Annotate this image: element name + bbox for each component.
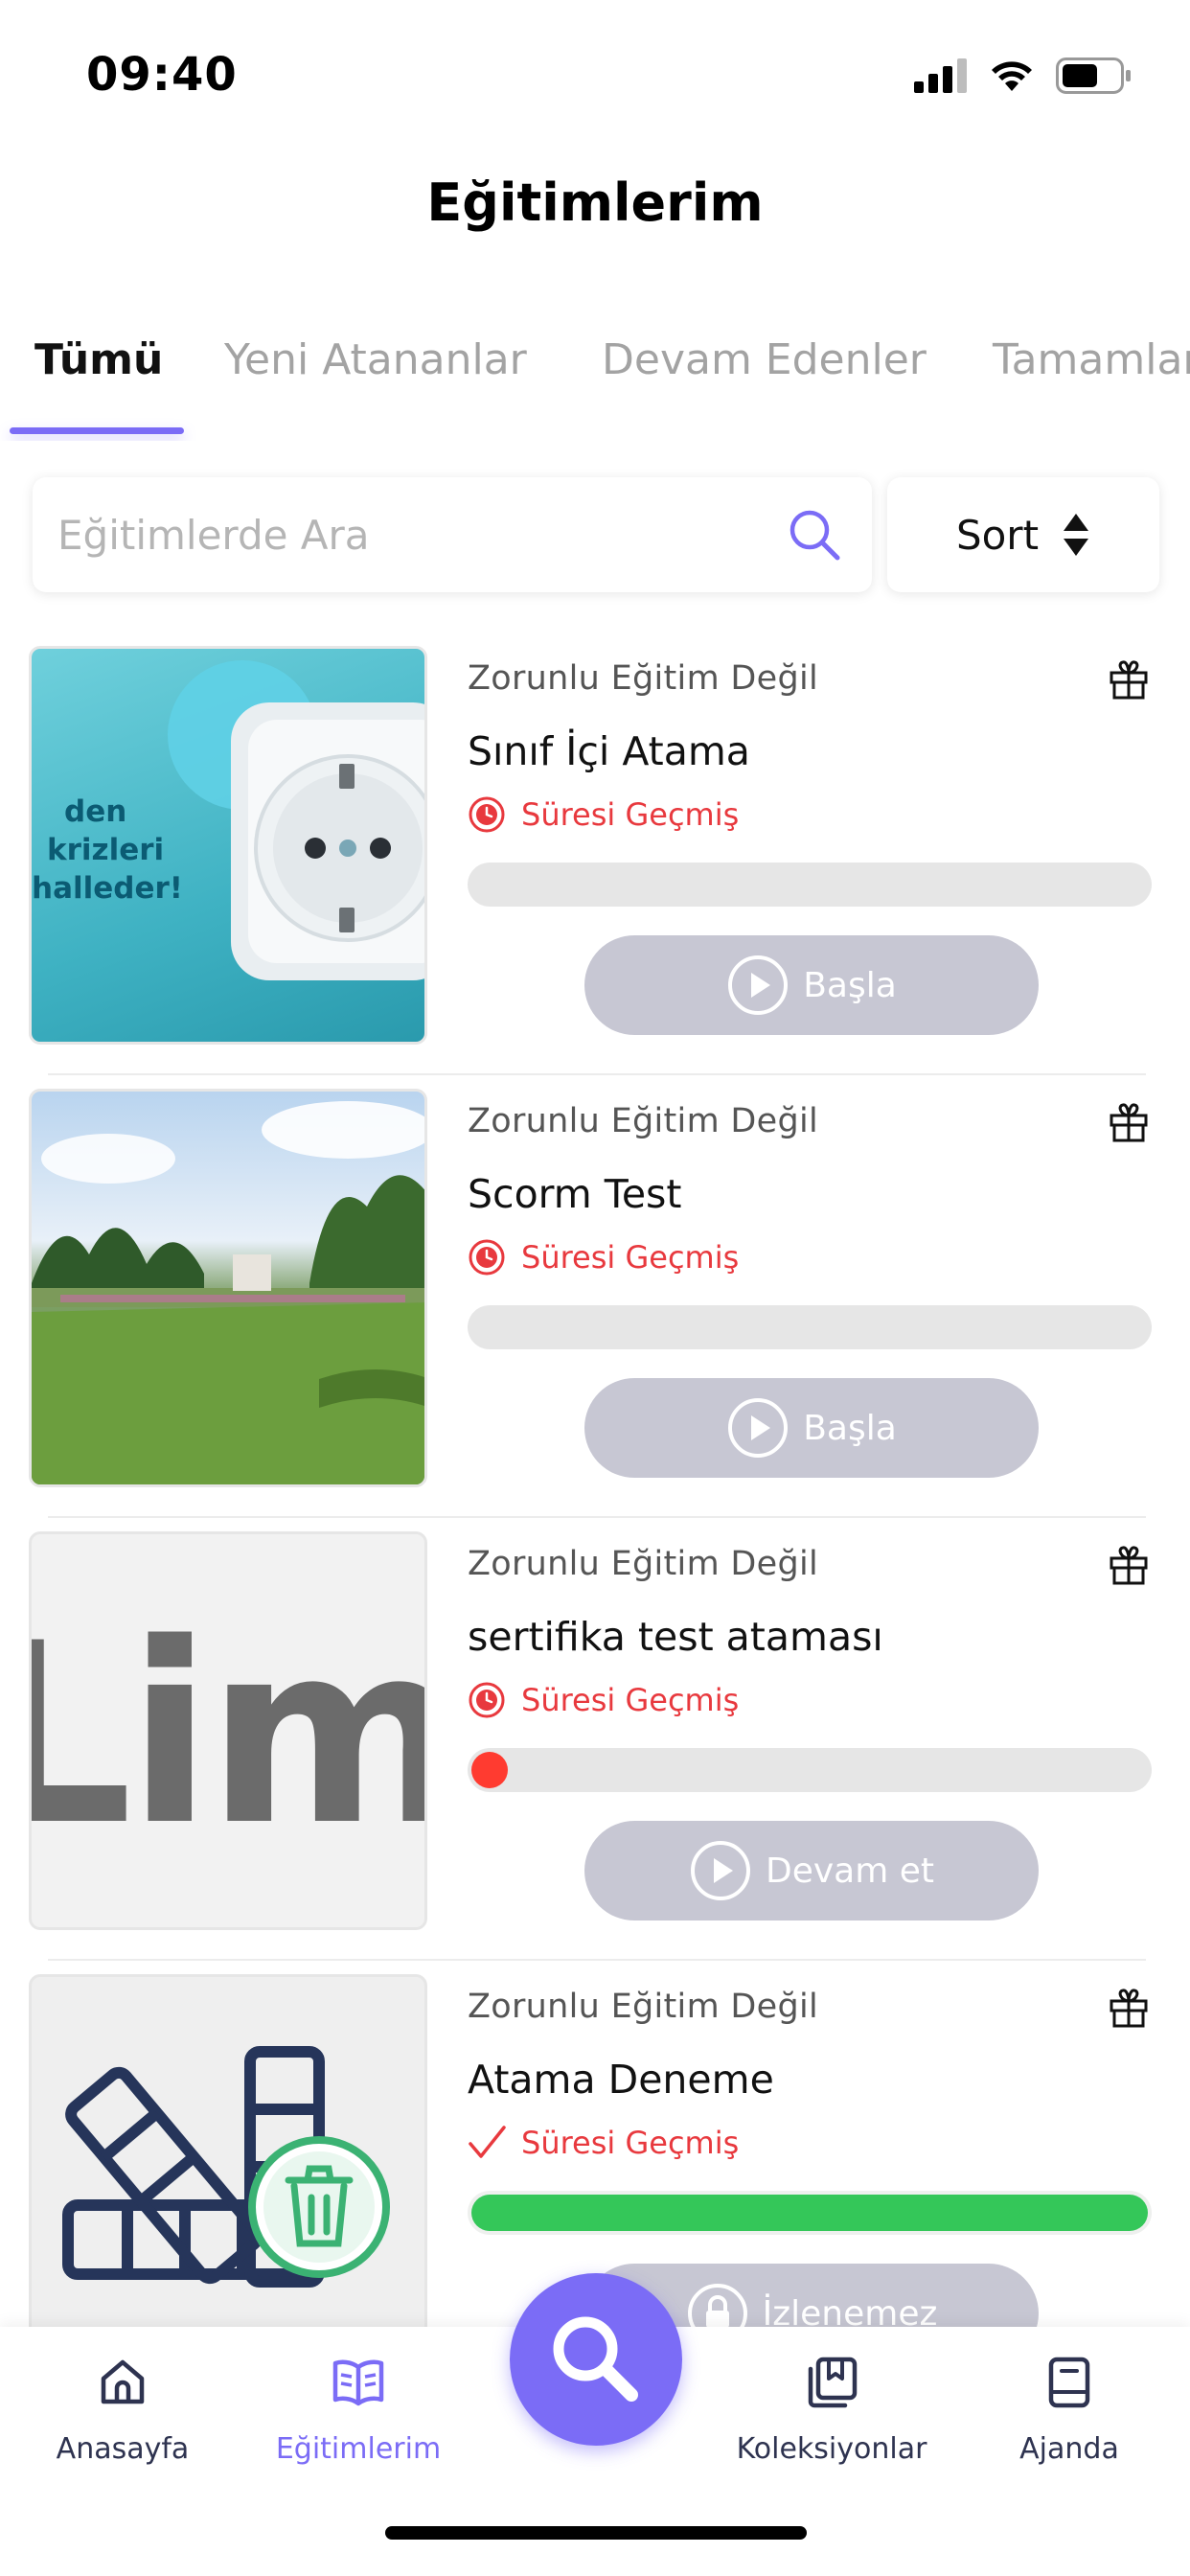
progress-fill	[471, 2195, 1148, 2231]
action-label: Başla	[803, 965, 897, 1005]
course-status: Süresi Geçmiş	[468, 795, 739, 834]
clock-icon	[469, 1682, 505, 1718]
magnifier-icon	[553, 2316, 638, 2402]
course-thumbnail: den krizleri halleder!	[29, 646, 427, 1045]
course-title: Atama Deneme	[468, 2057, 774, 2103]
action-label: Devam et	[765, 1851, 934, 1891]
gift-icon[interactable]	[1106, 1984, 1152, 2030]
sort-button[interactable]: Sort	[887, 477, 1159, 592]
play-icon	[728, 955, 789, 1015]
nav-trainings[interactable]: Eğitimlerim	[253, 2356, 464, 2466]
play-icon	[728, 1398, 789, 1458]
course-info: Zorunlu Eğitim Değil Scorm Test Süresi G…	[468, 1075, 1152, 1518]
mandatory-label: Zorunlu Eğitim Değil	[468, 659, 819, 698]
nav-agenda-label: Ajanda	[1019, 2432, 1119, 2466]
clock-icon	[469, 796, 505, 833]
course-thumbnail	[29, 1089, 427, 1487]
progress-bar	[468, 1305, 1152, 1349]
gift-icon[interactable]	[1106, 1098, 1152, 1144]
mandatory-label: Zorunlu Eğitim Değil	[468, 1545, 819, 1583]
status-text: Süresi Geçmiş	[521, 796, 740, 833]
search-input[interactable]	[57, 477, 786, 592]
continue-button[interactable]: Devam et	[584, 1821, 1039, 1920]
gift-icon[interactable]	[1106, 1541, 1152, 1587]
tab-in-progress[interactable]: Devam Edenler	[602, 335, 927, 384]
sort-label: Sort	[955, 511, 1040, 559]
signal-icon	[914, 58, 967, 93]
start-button[interactable]: Başla	[584, 935, 1039, 1035]
status-time: 09:40	[86, 48, 238, 102]
status-text: Süresi Geçmiş	[521, 2125, 740, 2161]
agenda-icon	[1048, 2357, 1090, 2408]
palette-delete-illustration	[62, 2046, 390, 2288]
status-icons	[914, 58, 1133, 94]
sort-arrows-icon	[1064, 514, 1089, 556]
progress-bar	[468, 1748, 1152, 1792]
nav-home[interactable]: Anasayfa	[17, 2356, 228, 2466]
active-tab-indicator	[10, 427, 184, 434]
wifi-icon	[992, 61, 1032, 91]
course-info: Zorunlu Eğitim Değil sertifika test atam…	[468, 1518, 1152, 1961]
action-label: Başla	[803, 1408, 897, 1448]
gift-icon[interactable]	[1106, 656, 1152, 702]
course-title: Sınıf İçi Atama	[468, 728, 750, 774]
book-icon	[332, 2359, 384, 2406]
clock-icon	[469, 1239, 505, 1276]
course-card[interactable]: den krizleri halleder! Zorunlu Eğitim De…	[0, 632, 1190, 1075]
garden-illustration	[32, 1101, 424, 1484]
status-text: Süresi Geçmiş	[521, 1682, 740, 1718]
mandatory-label: Zorunlu Eğitim Değil	[468, 1102, 819, 1140]
start-button[interactable]: Başla	[584, 1378, 1039, 1478]
nav-trainings-label: Eğitimlerim	[275, 2432, 442, 2466]
nav-collections-label: Koleksiyonlar	[736, 2432, 927, 2466]
mandatory-label: Zorunlu Eğitim Değil	[468, 1988, 819, 2026]
course-info: Zorunlu Eğitim Değil Sınıf İçi Atama Sür…	[468, 632, 1152, 1075]
home-icon	[101, 2359, 145, 2404]
status-text: Süresi Geçmiş	[521, 1239, 740, 1276]
discover-search-button[interactable]	[510, 2273, 682, 2446]
home-indicator	[385, 2526, 807, 2540]
course-card[interactable]: Lim Zorunlu Eğitim Değil sertifika test …	[0, 1518, 1190, 1961]
tab-completed[interactable]: Tamamlananlar	[993, 335, 1190, 384]
progress-fill	[471, 1752, 508, 1788]
course-title: sertifika test ataması	[468, 1614, 883, 1660]
course-thumbnail	[29, 1974, 427, 2373]
battery-icon	[1056, 58, 1131, 94]
nav-agenda[interactable]: Ajanda	[964, 2356, 1175, 2466]
thumbnail-text: Lim	[32, 1591, 427, 1880]
nav-home-label: Anasayfa	[56, 2432, 190, 2466]
nav-collections[interactable]: Koleksiyonlar	[726, 2356, 937, 2466]
tab-all[interactable]: Tümü	[34, 335, 163, 384]
progress-bar	[468, 2191, 1152, 2235]
tab-bar: Tümü Yeni Atananlar Devam Edenler Tamaml…	[0, 326, 1190, 441]
thumbnail-caption: den krizleri halleder!	[32, 794, 183, 906]
course-status: Süresi Geçmiş	[468, 1238, 739, 1276]
progress-bar	[468, 862, 1152, 907]
course-status: Süresi Geçmiş	[468, 1681, 739, 1719]
collection-icon	[808, 2357, 858, 2408]
play-icon	[690, 1841, 750, 1900]
tab-new-assigned[interactable]: Yeni Atananlar	[224, 335, 527, 384]
course-status: Süresi Geçmiş	[468, 2124, 739, 2162]
check-icon	[469, 2126, 506, 2158]
status-bar: 09:40	[0, 0, 1190, 153]
search-box	[33, 477, 872, 592]
page-title: Eğitimlerim	[426, 172, 764, 233]
course-thumbnail: Lim	[29, 1531, 427, 1930]
course-card[interactable]: Zorunlu Eğitim Değil Scorm Test Süresi G…	[0, 1075, 1190, 1518]
course-title: Scorm Test	[468, 1171, 682, 1217]
search-icon[interactable]	[786, 506, 843, 564]
